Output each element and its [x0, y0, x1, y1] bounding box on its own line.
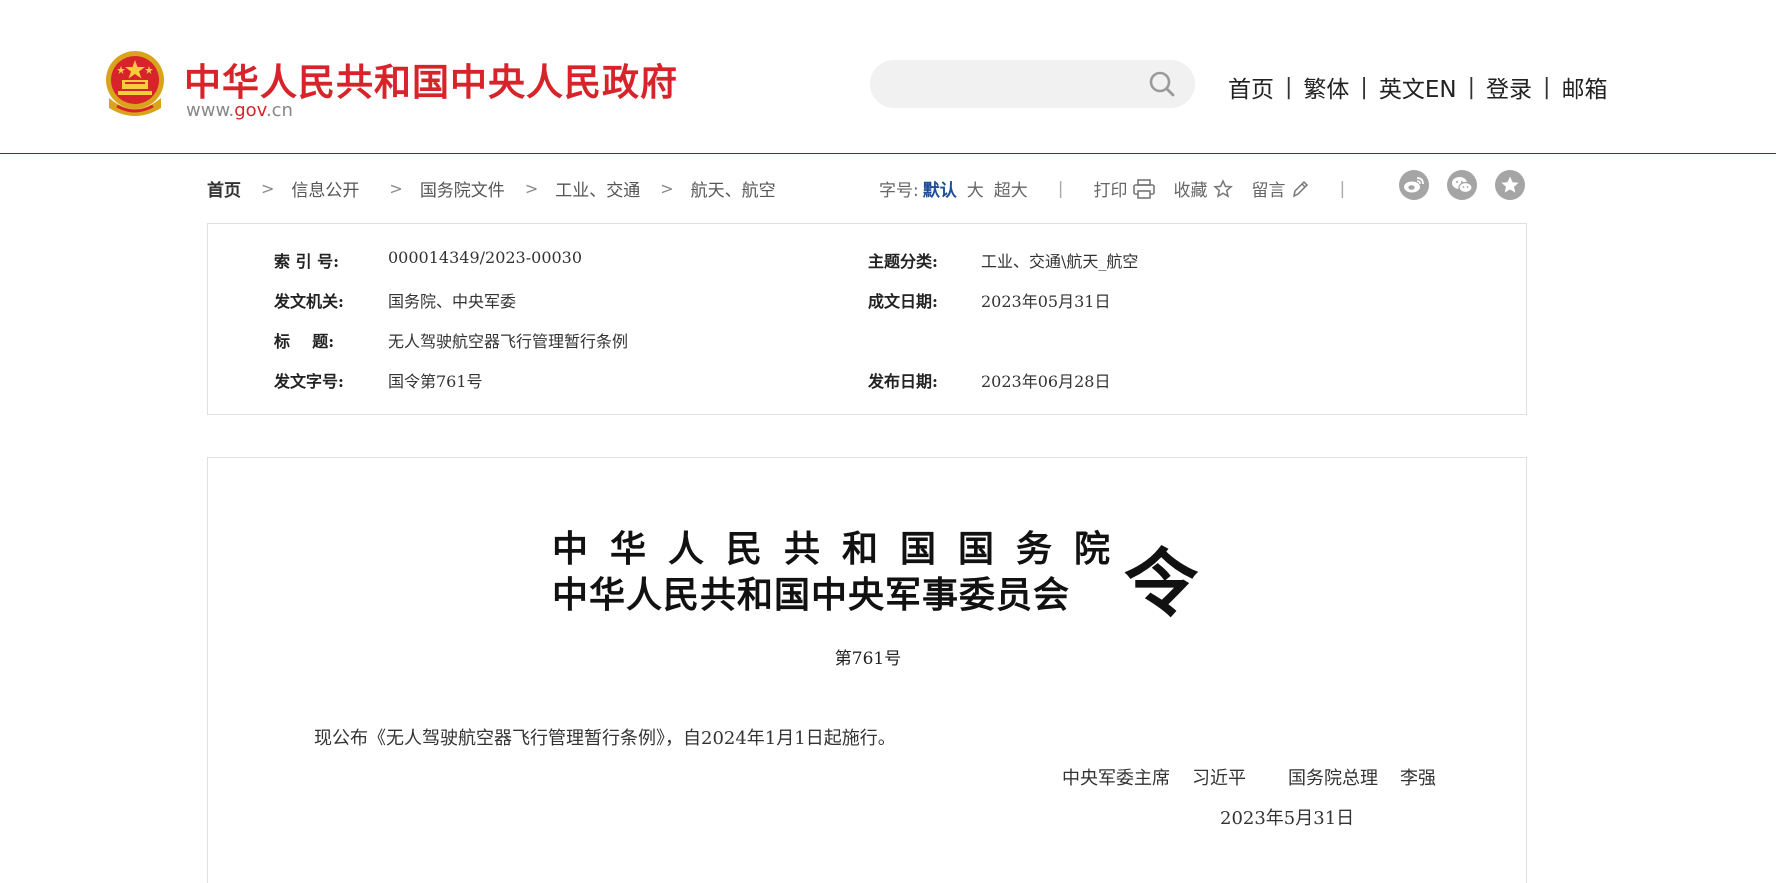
favorite-star-icon: [1501, 176, 1519, 193]
star-outline-icon: [1213, 178, 1234, 198]
comment-label: 留言: [1251, 181, 1286, 201]
site-title[interactable]: 中华人民共和国中央人民政府: [184, 52, 678, 106]
topic-label: 主题分类:: [868, 252, 938, 271]
breadcrumb: 首页 > 信息公开 > 国务院文件 > 工业、交通 > 航天、航空: [207, 176, 776, 201]
nav-login[interactable]: 登录: [1486, 70, 1532, 104]
chevron-right-icon: >: [660, 179, 674, 198]
nav-separator: |: [1543, 74, 1551, 100]
page-tools: 字号: 默认 大 超大 | 打印 收藏 留言 |: [879, 176, 1375, 202]
nav-separator: |: [1285, 74, 1293, 100]
index-number-value: 000014349/2023-00030: [388, 248, 583, 267]
chevron-right-icon: >: [389, 179, 403, 198]
pencil-icon: [1293, 180, 1309, 197]
search-input[interactable]: [870, 60, 1195, 108]
order-issuer-line-2: 中华人民共和国中央军事委员会: [552, 574, 1071, 616]
share-wechat[interactable]: [1447, 170, 1477, 200]
nav-separator: |: [1360, 74, 1368, 100]
index-number-label: 索 引 号:: [274, 252, 340, 271]
site-url-suffix: .cn: [265, 100, 293, 121]
topic-value: 工业、交通\航天_航空: [981, 252, 1139, 271]
signer1-name: 习近平: [1192, 768, 1246, 789]
breadcrumb-aerospace[interactable]: 航天、航空: [691, 176, 776, 201]
favorite-button[interactable]: 收藏: [1173, 176, 1234, 201]
signer1-title: 中央军委主席: [1062, 768, 1170, 789]
document-body: 中华人民共和国国务院 中华人民共和国中央军事委员会 令 第761号 现公布《无人…: [207, 457, 1527, 883]
breadcrumb-info-disclosure[interactable]: 信息公开: [291, 176, 359, 201]
order-number: 第761号: [834, 649, 902, 669]
written-date-label: 成文日期:: [868, 292, 938, 311]
nav-mailbox[interactable]: 邮箱: [1561, 70, 1607, 104]
breadcrumb-industry-transport[interactable]: 工业、交通: [555, 176, 640, 201]
printer-icon: [1133, 178, 1156, 199]
breadcrumb-home[interactable]: 首页: [207, 176, 241, 201]
favorite-label: 收藏: [1173, 181, 1208, 201]
issuer-label: 发文机关:: [274, 292, 344, 311]
nav-home[interactable]: 首页: [1228, 70, 1274, 104]
written-date-value: 2023年05月31日: [981, 292, 1111, 311]
share-weibo[interactable]: [1399, 170, 1429, 200]
document-number-value: 国令第761号: [388, 372, 483, 391]
site-header: 中华人民共和国中央人民政府 www.gov.cn 首页 | 繁体 | 英文EN …: [0, 0, 1776, 154]
nav-traditional[interactable]: 繁体: [1303, 70, 1349, 104]
chevron-right-icon: >: [524, 179, 539, 198]
search-icon[interactable]: [1148, 70, 1176, 98]
font-size-large[interactable]: 大: [967, 176, 984, 201]
tools-separator: |: [1339, 178, 1346, 199]
tools-separator: |: [1057, 178, 1064, 199]
share-buttons: [1399, 170, 1543, 200]
font-size-xlarge[interactable]: 超大: [994, 176, 1028, 201]
print-label: 打印: [1093, 181, 1128, 201]
nav-separator: |: [1467, 74, 1476, 100]
publish-date-label: 发布日期:: [868, 372, 938, 391]
weibo-icon: [1404, 177, 1424, 193]
document-number-label: 发文字号:: [274, 372, 344, 391]
document-info-table: 索 引 号: 000014349/2023-00030 主题分类: 工业、交通\…: [207, 223, 1527, 415]
comment-button[interactable]: 留言: [1251, 176, 1309, 201]
publish-date-value: 2023年06月28日: [981, 372, 1111, 391]
site-url-prefix: www.: [186, 100, 235, 121]
title-label: 标 题:: [274, 332, 335, 351]
site-url[interactable]: www.gov.cn: [186, 100, 293, 121]
order-character: 令: [1124, 541, 1198, 627]
font-size-label: 字号:: [879, 181, 919, 201]
top-nav: 首页 | 繁体 | 英文EN | 登录 | 邮箱: [1228, 70, 1607, 104]
issuer-value: 国务院、中央军委: [388, 292, 517, 311]
nav-english[interactable]: 英文EN: [1379, 70, 1457, 104]
signatories: 中央军委主席 习近平 国务院总理 李强: [1062, 764, 1436, 790]
font-size-default[interactable]: 默认: [923, 176, 957, 201]
signer2-title: 国务院总理: [1288, 768, 1378, 789]
print-button[interactable]: 打印: [1093, 176, 1156, 201]
breadcrumb-state-council-docs[interactable]: 国务院文件: [420, 176, 505, 201]
order-issuer-line-1: 中华人民共和国国务院: [552, 528, 1133, 570]
site-url-domain: gov: [234, 100, 266, 121]
chevron-right-icon: >: [261, 179, 275, 198]
signer2-name: 李强: [1400, 768, 1436, 789]
wechat-icon: [1452, 177, 1473, 194]
title-value: 无人驾驶航空器飞行管理暂行条例: [388, 332, 629, 351]
announcement-text: 现公布《无人驾驶航空器飞行管理暂行条例》，自2024年1月1日起施行。: [314, 728, 896, 749]
breadcrumb-bar: 首页 > 信息公开 > 国务院文件 > 工业、交通 > 航天、航空 字号: 默认…: [207, 170, 1527, 206]
signing-date: 2023年5月31日: [1220, 808, 1355, 829]
national-emblem-icon[interactable]: [103, 50, 167, 120]
share-favorite[interactable]: [1495, 170, 1525, 200]
